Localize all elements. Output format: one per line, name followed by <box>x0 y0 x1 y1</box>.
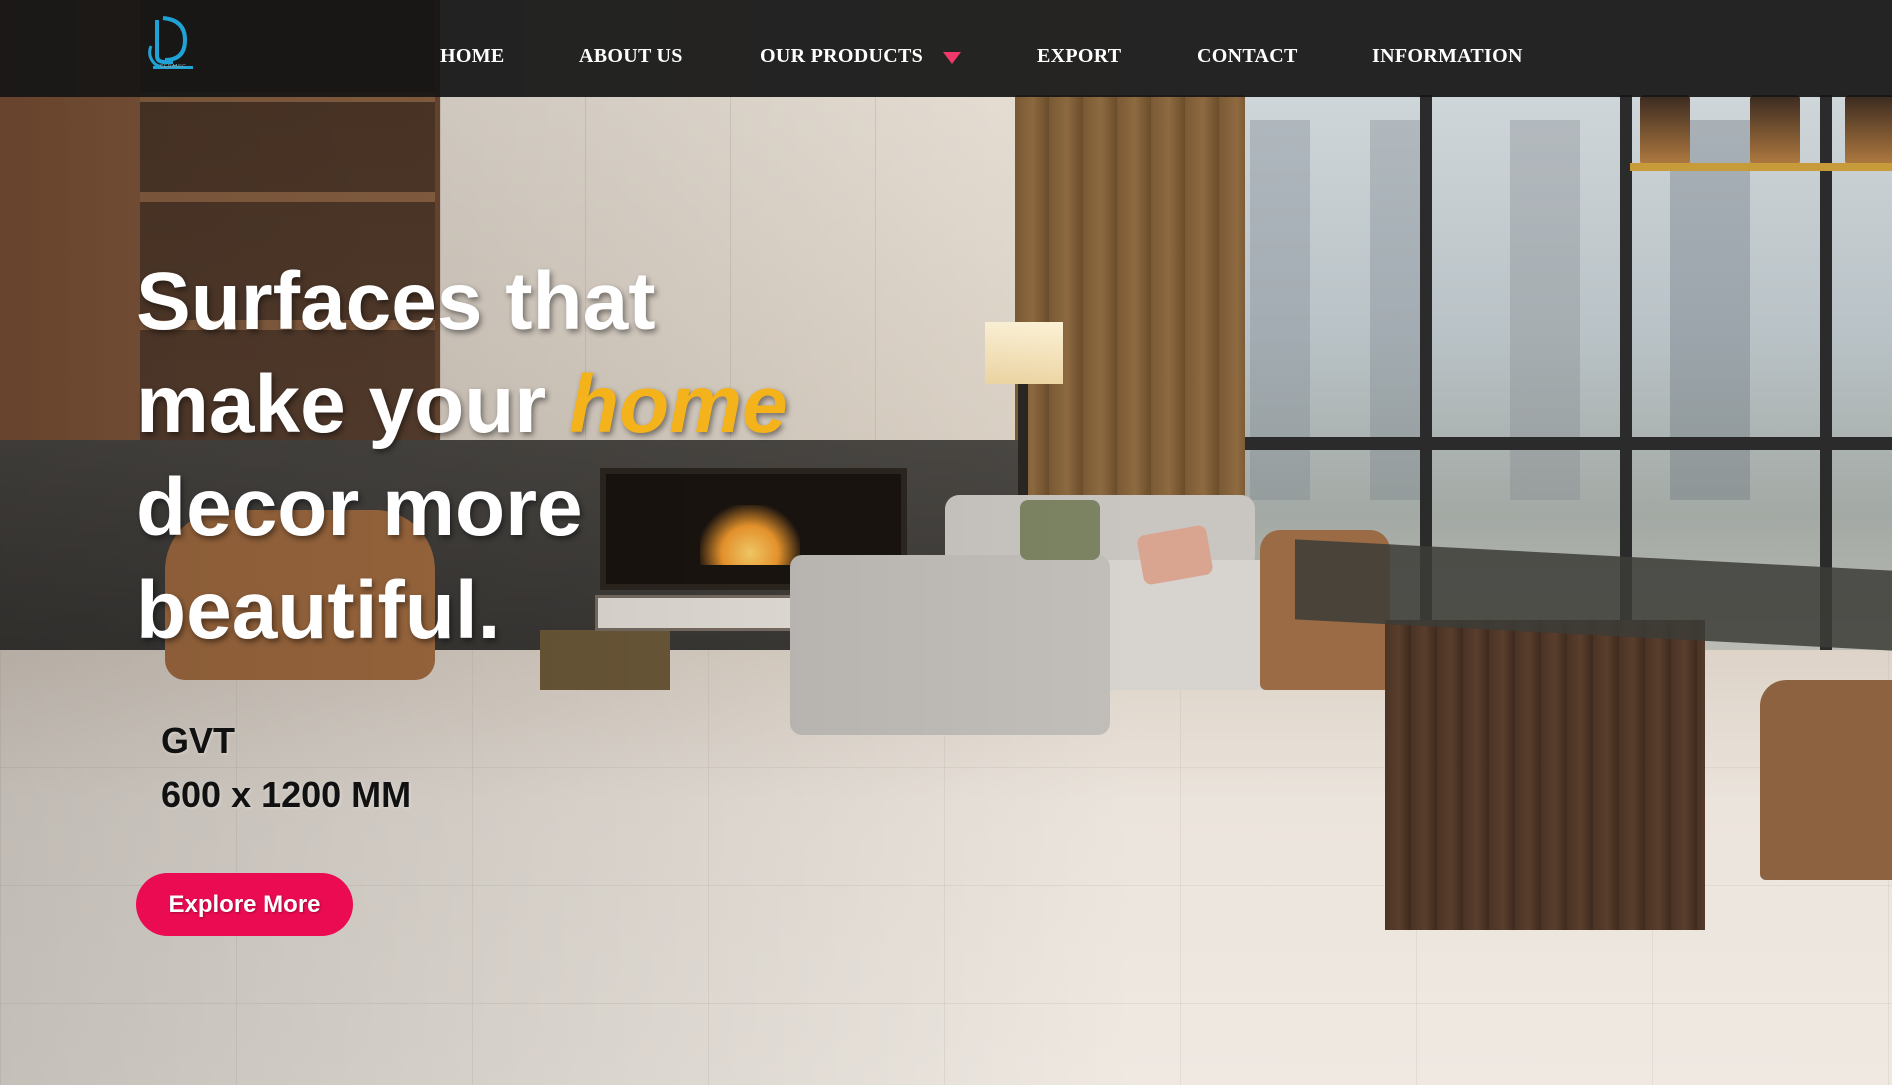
nav-information[interactable]: INFORMATION <box>1372 45 1523 68</box>
hero-headline-line2: make your <box>136 359 569 450</box>
product-type: GVT <box>161 720 236 761</box>
hero-headline-line3: decor more <box>136 462 583 553</box>
product-size: 600 x 1200 MM <box>161 774 412 815</box>
nav-our-products[interactable]: OUR PRODUCTS <box>760 45 923 68</box>
logo-caption: CERAMIC <box>159 64 187 70</box>
hero-headline: Surfaces that make your home decor more bea… <box>136 250 896 662</box>
top-navbar: CERAMIC HOME ABOUT US OUR PRODUCTS EXPOR… <box>0 0 1892 97</box>
hero-headline-line4: beautiful. <box>136 565 501 656</box>
nav-contact[interactable]: CONTACT <box>1197 45 1298 68</box>
hero-headline-accent: home <box>568 359 788 450</box>
nav-about-us[interactable]: ABOUT US <box>579 45 683 68</box>
nav-home[interactable]: HOME <box>440 45 505 68</box>
nav-export[interactable]: EXPORT <box>1037 45 1121 68</box>
hero-headline-line1: Surfaces that <box>136 256 656 347</box>
explore-more-button[interactable]: Explore More <box>136 873 353 936</box>
caret-down-icon[interactable] <box>943 52 961 64</box>
